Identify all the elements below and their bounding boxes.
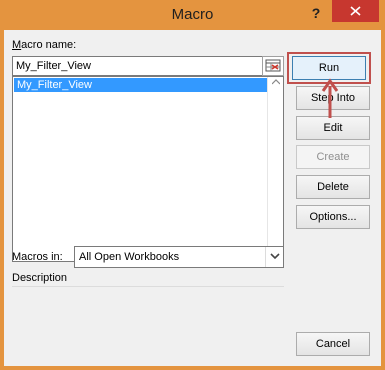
collapse-dialog-button[interactable] [262,56,284,76]
options-button[interactable]: Options... [296,205,370,229]
macros-in-value: All Open Workbooks [79,251,180,263]
macros-in-select[interactable]: All Open Workbooks [74,246,284,268]
chevron-down-icon [270,253,280,260]
scroll-up-icon[interactable] [272,79,280,85]
macro-name-input[interactable]: My_Filter_View [12,56,268,76]
dialog-body: Macro name: My_Filter_View My_Filter_Vie… [4,30,381,366]
dropdown-button[interactable] [265,247,283,267]
title-bar: Macro ? [0,0,385,30]
annotation-arrow-icon [321,78,339,118]
help-button[interactable]: ? [304,2,328,24]
list-item[interactable]: My_Filter_View [14,78,268,92]
macro-dialog: Macro ? Macro name: My_Filter_View My_Fi… [0,0,385,370]
macro-list[interactable]: My_Filter_View [12,76,284,262]
cancel-button[interactable]: Cancel [296,332,370,356]
delete-button[interactable]: Delete [296,175,370,199]
macros-in-label: Macros in: [12,251,63,263]
close-icon [350,6,361,16]
list-scrollbar[interactable] [267,77,283,261]
run-button[interactable]: Run [292,56,366,80]
macro-name-label: Macro name: [12,39,77,51]
description-divider [12,286,284,287]
close-button[interactable] [332,0,379,22]
description-label: Description [12,272,68,284]
range-select-icon [265,59,281,72]
create-button[interactable]: Create [296,145,370,169]
